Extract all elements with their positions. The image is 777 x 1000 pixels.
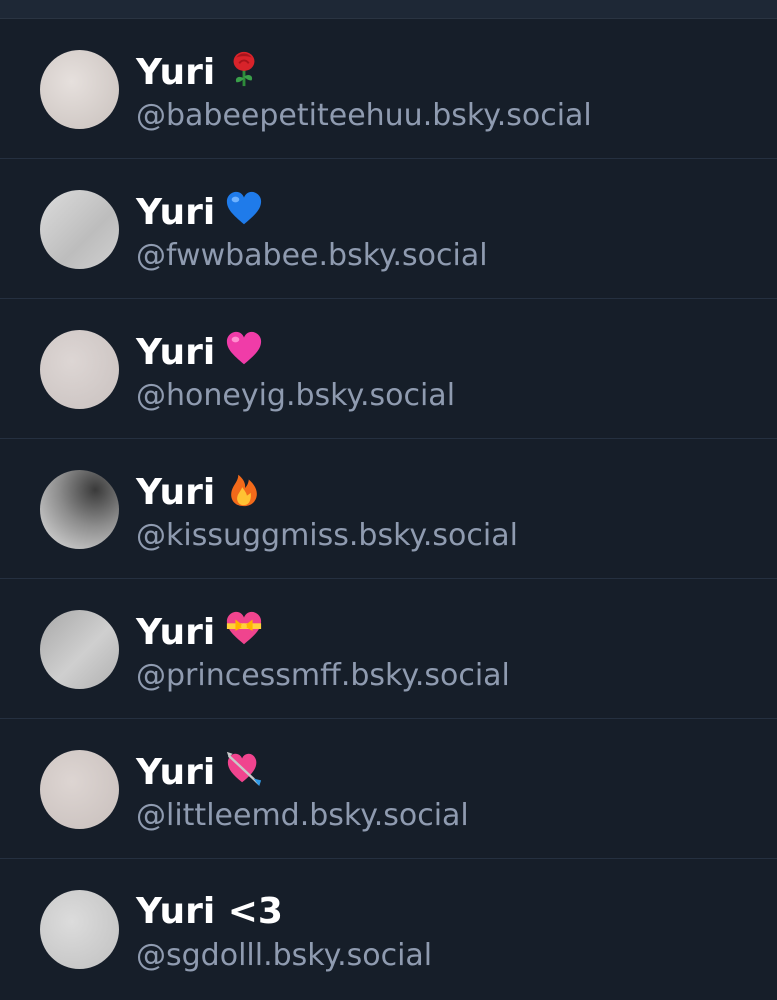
display-name-text: Yuri	[136, 52, 216, 93]
fire-icon	[231, 474, 258, 507]
handle: @littleemd.bsky.social	[136, 798, 469, 833]
display-name: Yuri	[136, 750, 263, 795]
handle: @babeepetiteehuu.bsky.social	[136, 98, 592, 133]
top-bar	[0, 0, 777, 19]
display-name: Yuri	[136, 610, 263, 655]
display-name: Yuri <3	[136, 890, 283, 934]
list-item[interactable]: Yuri @fwwbabee.bsky.social	[0, 159, 777, 299]
avatar[interactable]	[40, 750, 119, 829]
avatar[interactable]	[40, 190, 119, 269]
list-item[interactable]: Yuri @babeepetiteehuu.bsky.social	[0, 19, 777, 159]
blue-heart-icon	[227, 191, 262, 225]
display-name-text: Yuri	[136, 612, 216, 653]
display-name: Yuri	[136, 190, 263, 235]
list-item[interactable]: Yuri @princessmff.bsky.social	[0, 579, 777, 719]
pink-heart-icon	[227, 331, 262, 365]
list-item[interactable]: Yuri @honeyig.bsky.social	[0, 299, 777, 439]
avatar[interactable]	[40, 330, 119, 409]
list-item[interactable]: Yuri @littleemd.bsky.social	[0, 719, 777, 859]
display-name-text: Yuri <3	[136, 891, 283, 932]
handle: @kissuggmiss.bsky.social	[136, 518, 518, 553]
handle: @sgdolll.bsky.social	[136, 938, 433, 973]
display-name: Yuri	[136, 50, 263, 95]
display-name-text: Yuri	[136, 192, 216, 233]
display-name-text: Yuri	[136, 752, 216, 793]
handle: @fwwbabee.bsky.social	[136, 238, 488, 273]
heart-with-ribbon-icon	[227, 611, 262, 645]
list-item[interactable]: Yuri @kissuggmiss.bsky.social	[0, 439, 777, 579]
avatar[interactable]	[40, 470, 119, 549]
display-name: Yuri	[136, 330, 263, 375]
avatar[interactable]	[40, 890, 119, 969]
heart-with-arrow-icon	[227, 751, 262, 787]
rose-icon	[233, 51, 255, 87]
account-list: Yuri @babeepetiteehuu.bsky.social Yuri @…	[0, 19, 777, 999]
handle: @princessmff.bsky.social	[136, 658, 510, 693]
display-name-text: Yuri	[136, 332, 216, 373]
handle: @honeyig.bsky.social	[136, 378, 456, 413]
avatar[interactable]	[40, 50, 119, 129]
display-name: Yuri	[136, 470, 263, 515]
avatar[interactable]	[40, 610, 119, 689]
list-item[interactable]: Yuri <3 @sgdolll.bsky.social	[0, 859, 777, 999]
display-name-text: Yuri	[136, 472, 216, 513]
